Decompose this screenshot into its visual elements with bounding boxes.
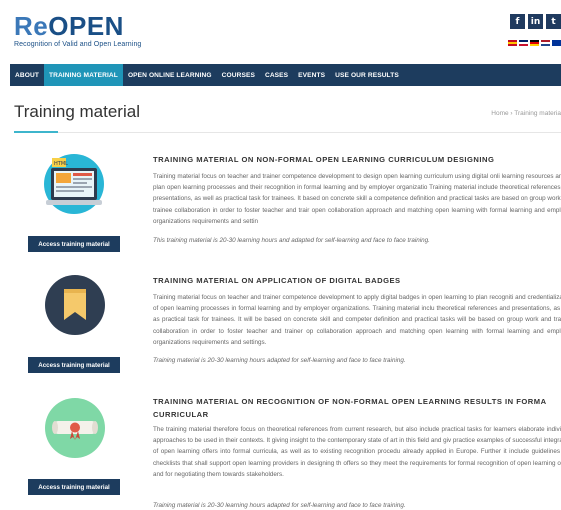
flag-nl-icon[interactable] (541, 40, 550, 46)
breadcrumb[interactable]: Home › Training materia (491, 110, 561, 117)
item-description: Training material focus on teacher and t… (153, 173, 561, 225)
access-training-material-button[interactable]: Access training material (28, 479, 120, 495)
flag-gb-icon[interactable] (519, 40, 528, 46)
twitter-icon[interactable]: t (546, 14, 561, 29)
item-note: This training material is 20-30 learning… (153, 237, 430, 244)
access-training-material-button[interactable]: Access training material (28, 357, 120, 373)
nav-training-material[interactable]: TRAINING MATERIAL (43, 64, 123, 86)
page-title: Training material (14, 102, 140, 121)
diploma-icon (44, 397, 106, 464)
item-note: Training material is 20-30 learning hour… (153, 502, 406, 509)
title-accent-line (14, 131, 58, 133)
badge-icon (44, 274, 106, 341)
flag-eu-icon[interactable] (552, 40, 561, 46)
logo-wordmark: ReOPEN (14, 11, 124, 41)
computer-icon: HTML (36, 148, 112, 229)
language-selector (508, 40, 561, 46)
social-links: f in t (510, 14, 561, 29)
site-logo[interactable]: ReOPEN Recognition of Valid and Open Lea… (14, 13, 141, 48)
main-nav: ABOUT TRAINING MATERIAL OPEN ONLINE LEAR… (10, 64, 561, 86)
logo-tagline: Recognition of Valid and Open Learning (14, 41, 142, 48)
item-title: TRAINING MATERIAL ON RECOGNITION OF NON-… (153, 397, 547, 419)
access-training-material-button[interactable]: Access training material (28, 236, 120, 252)
item-description: The training material therefore focus on… (153, 426, 561, 478)
flag-de-icon[interactable] (530, 40, 539, 46)
nav-use-our-results[interactable]: USE OUR RESULTS (330, 64, 404, 86)
item-note: Training material is 20-30 learning hour… (153, 357, 406, 364)
item-title: TRAINING MATERIAL ON NON-FORMAL OPEN LEA… (153, 155, 495, 164)
nav-cases[interactable]: CASES (260, 64, 293, 86)
svg-text:HTML: HTML (54, 161, 68, 167)
linkedin-icon[interactable]: in (528, 14, 543, 29)
nav-about[interactable]: ABOUT (10, 64, 44, 86)
item-description: Training material focus on teacher and t… (153, 294, 561, 346)
item-title: TRAINING MATERIAL ON APPLICATION OF DIGI… (153, 276, 401, 285)
nav-courses[interactable]: COURSES (217, 64, 260, 86)
nav-events[interactable]: EVENTS (293, 64, 330, 86)
flag-es-icon[interactable] (508, 40, 517, 46)
nav-open-online-learning[interactable]: OPEN ONLINE LEARNING (123, 64, 217, 86)
title-divider (58, 132, 561, 133)
facebook-icon[interactable]: f (510, 14, 525, 29)
